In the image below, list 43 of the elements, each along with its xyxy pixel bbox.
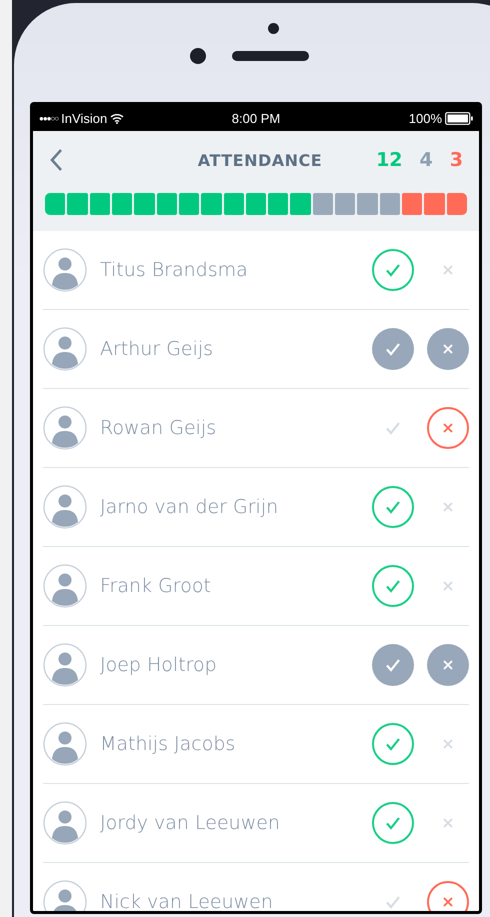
avatar-icon [43,327,87,371]
back-icon[interactable] [49,148,63,172]
count-text: 12 [376,149,403,171]
check-button[interactable] [372,249,414,291]
cross-button[interactable] [427,881,469,911]
check-button[interactable] [372,802,414,844]
check-button[interactable] [372,486,414,528]
signal-text: ●●●○○ [39,114,58,122]
sensor-icon [268,23,279,34]
check-button[interactable] [372,723,414,765]
check-button[interactable] [372,565,414,607]
carrier-name: InVision [61,110,108,126]
cross-button[interactable] [427,644,469,686]
screen-title: ATTENDANCE [198,150,322,170]
avatar-icon [43,880,87,911]
avatar-icon [43,722,87,766]
battery-icon [445,112,473,124]
cross-button[interactable] [427,328,469,370]
avatar-icon [43,643,87,687]
person-name: Rowan Geijs [100,417,218,439]
check-button[interactable] [372,644,414,686]
count-text: 4 [420,149,433,171]
avatar-icon [43,248,87,292]
avatar-icon [43,406,87,450]
person-name: Jordy van Leeuwen [100,812,281,834]
wifi-icon [110,112,124,124]
count-text: 3 [450,149,463,171]
battery-percent: 100% [408,110,442,126]
avatar-icon [43,564,87,608]
person-name: Joep Holtrop [100,654,218,676]
person-name: Arthur Geijs [100,338,214,360]
avatar-icon [43,801,87,845]
clock-text: 8:00 PM [232,110,280,126]
person-name: Mathijs Jacobs [100,733,236,755]
person-name: Jarno van der Grijn [100,496,280,518]
person-name: Titus Brandsma [100,259,249,281]
cross-button[interactable] [427,407,469,449]
camera-icon [190,48,206,64]
speaker-icon [232,51,309,61]
check-button[interactable] [372,328,414,370]
avatar-icon [43,485,87,529]
person-name: Frank Groot [100,575,212,597]
person-name: Nick van Leeuwen [100,891,274,911]
